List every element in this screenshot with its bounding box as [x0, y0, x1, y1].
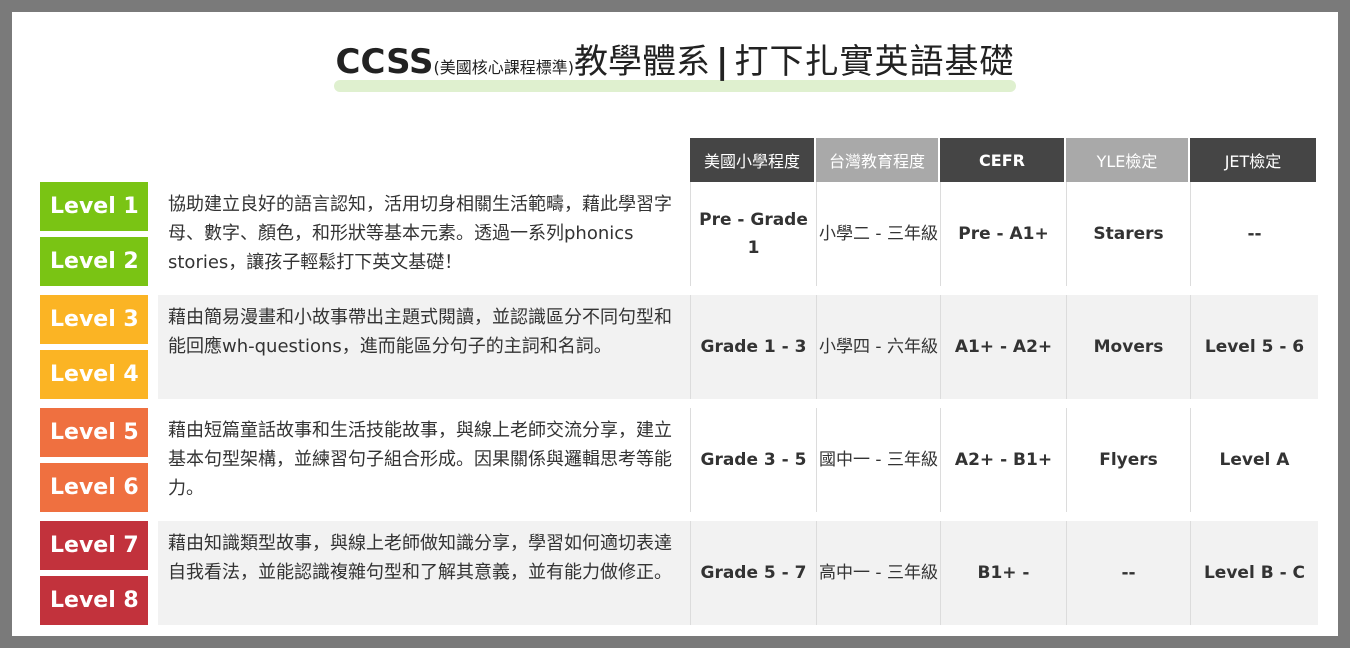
cell-cefr: B1+ -: [940, 521, 1066, 625]
level-description: 藉由知識類型故事，與線上老師做知識分享，學習如何適切表達自我看法，並能認識複雜句…: [158, 521, 690, 625]
level-badge: Level 1: [40, 182, 148, 231]
cell-tw-grade: 高中一 - 三年級: [816, 521, 940, 625]
level-badge: Level 8: [40, 576, 148, 625]
level-badge: Level 2: [40, 237, 148, 286]
cell-jet: Level 5 - 6: [1190, 295, 1318, 399]
cell-cefr: A2+ - B1+: [940, 408, 1066, 512]
cell-us-grade: Grade 1 - 3: [690, 295, 816, 399]
level-badge: Level 5: [40, 408, 148, 457]
cell-yle: Movers: [1066, 295, 1190, 399]
page-title: CCSS(美國核心課程標準)教學體系 | 打下扎實英語基礎: [12, 40, 1338, 92]
title-divider: |: [716, 42, 729, 82]
cell-us-grade: Grade 5 - 7: [690, 521, 816, 625]
table-row: Level 5 Level 6 藉由短篇童話故事和生活技能故事，與線上老師交流分…: [40, 408, 1318, 512]
title-sub: (美國核心課程標準): [433, 58, 575, 77]
cell-us-grade: Grade 3 - 5: [690, 408, 816, 512]
cell-cefr: A1+ - A2+: [940, 295, 1066, 399]
level-description: 協助建立良好的語言認知，活用切身相關生活範疇，藉此學習字母、數字、顏色，和形狀等…: [168, 194, 672, 273]
cell-yle: --: [1066, 521, 1190, 625]
content-card: CCSS(美國核心課程標準)教學體系 | 打下扎實英語基礎 美國小學程度 台灣教育程…: [12, 12, 1338, 636]
cell-tw-grade: 國中一 - 三年級: [816, 408, 940, 512]
level-description: 藉由短篇童話故事和生活技能故事，與線上老師交流分享，建立基本句型架構，並練習句子…: [168, 420, 672, 499]
level-badge: Level 3: [40, 295, 148, 344]
header-yle: YLE檢定: [1066, 138, 1190, 182]
cell-jet: Level B - C: [1190, 521, 1318, 625]
table-row: Level 7 Level 8 藉由知識類型故事，與線上老師做知識分享，學習如何…: [40, 521, 1318, 625]
level-description: 藉由簡易漫畫和小故事帶出主題式閱讀，並認識區分不同句型和能回應wh-questi…: [158, 295, 690, 399]
table-row: Level 1 Level 2 協助建立良好的語言認知，活用切身相關生活範疇，藉…: [40, 182, 1318, 286]
cell-cefr: Pre - A1+: [940, 182, 1066, 286]
level-badge: Level 7: [40, 521, 148, 570]
title-system: 教學體系: [574, 42, 711, 82]
cell-tw-grade: 小學二 - 三年級: [816, 182, 940, 286]
header-cefr: CEFR: [940, 138, 1066, 182]
title-main: CCSS: [335, 42, 434, 82]
cell-jet: --: [1190, 182, 1318, 286]
cell-jet: Level A: [1190, 408, 1318, 512]
header-us-grade: 美國小學程度: [690, 138, 816, 182]
level-badge: Level 4: [40, 350, 148, 399]
level-badge: Level 6: [40, 463, 148, 512]
header-tw-grade: 台灣教育程度: [816, 138, 940, 182]
cell-yle: Flyers: [1066, 408, 1190, 512]
cell-yle: Starers: [1066, 182, 1190, 286]
table-header: 美國小學程度 台灣教育程度 CEFR YLE檢定 JET檢定: [690, 138, 1318, 182]
table-row: Level 3 Level 4 藉由簡易漫畫和小故事帶出主題式閱讀，並認識區分不…: [40, 295, 1318, 399]
cell-tw-grade: 小學四 - 六年級: [816, 295, 940, 399]
title-tail: 打下扎實英語基礎: [734, 42, 1015, 82]
header-jet: JET檢定: [1190, 138, 1318, 182]
cell-us-grade: Pre - Grade 1: [690, 182, 816, 286]
